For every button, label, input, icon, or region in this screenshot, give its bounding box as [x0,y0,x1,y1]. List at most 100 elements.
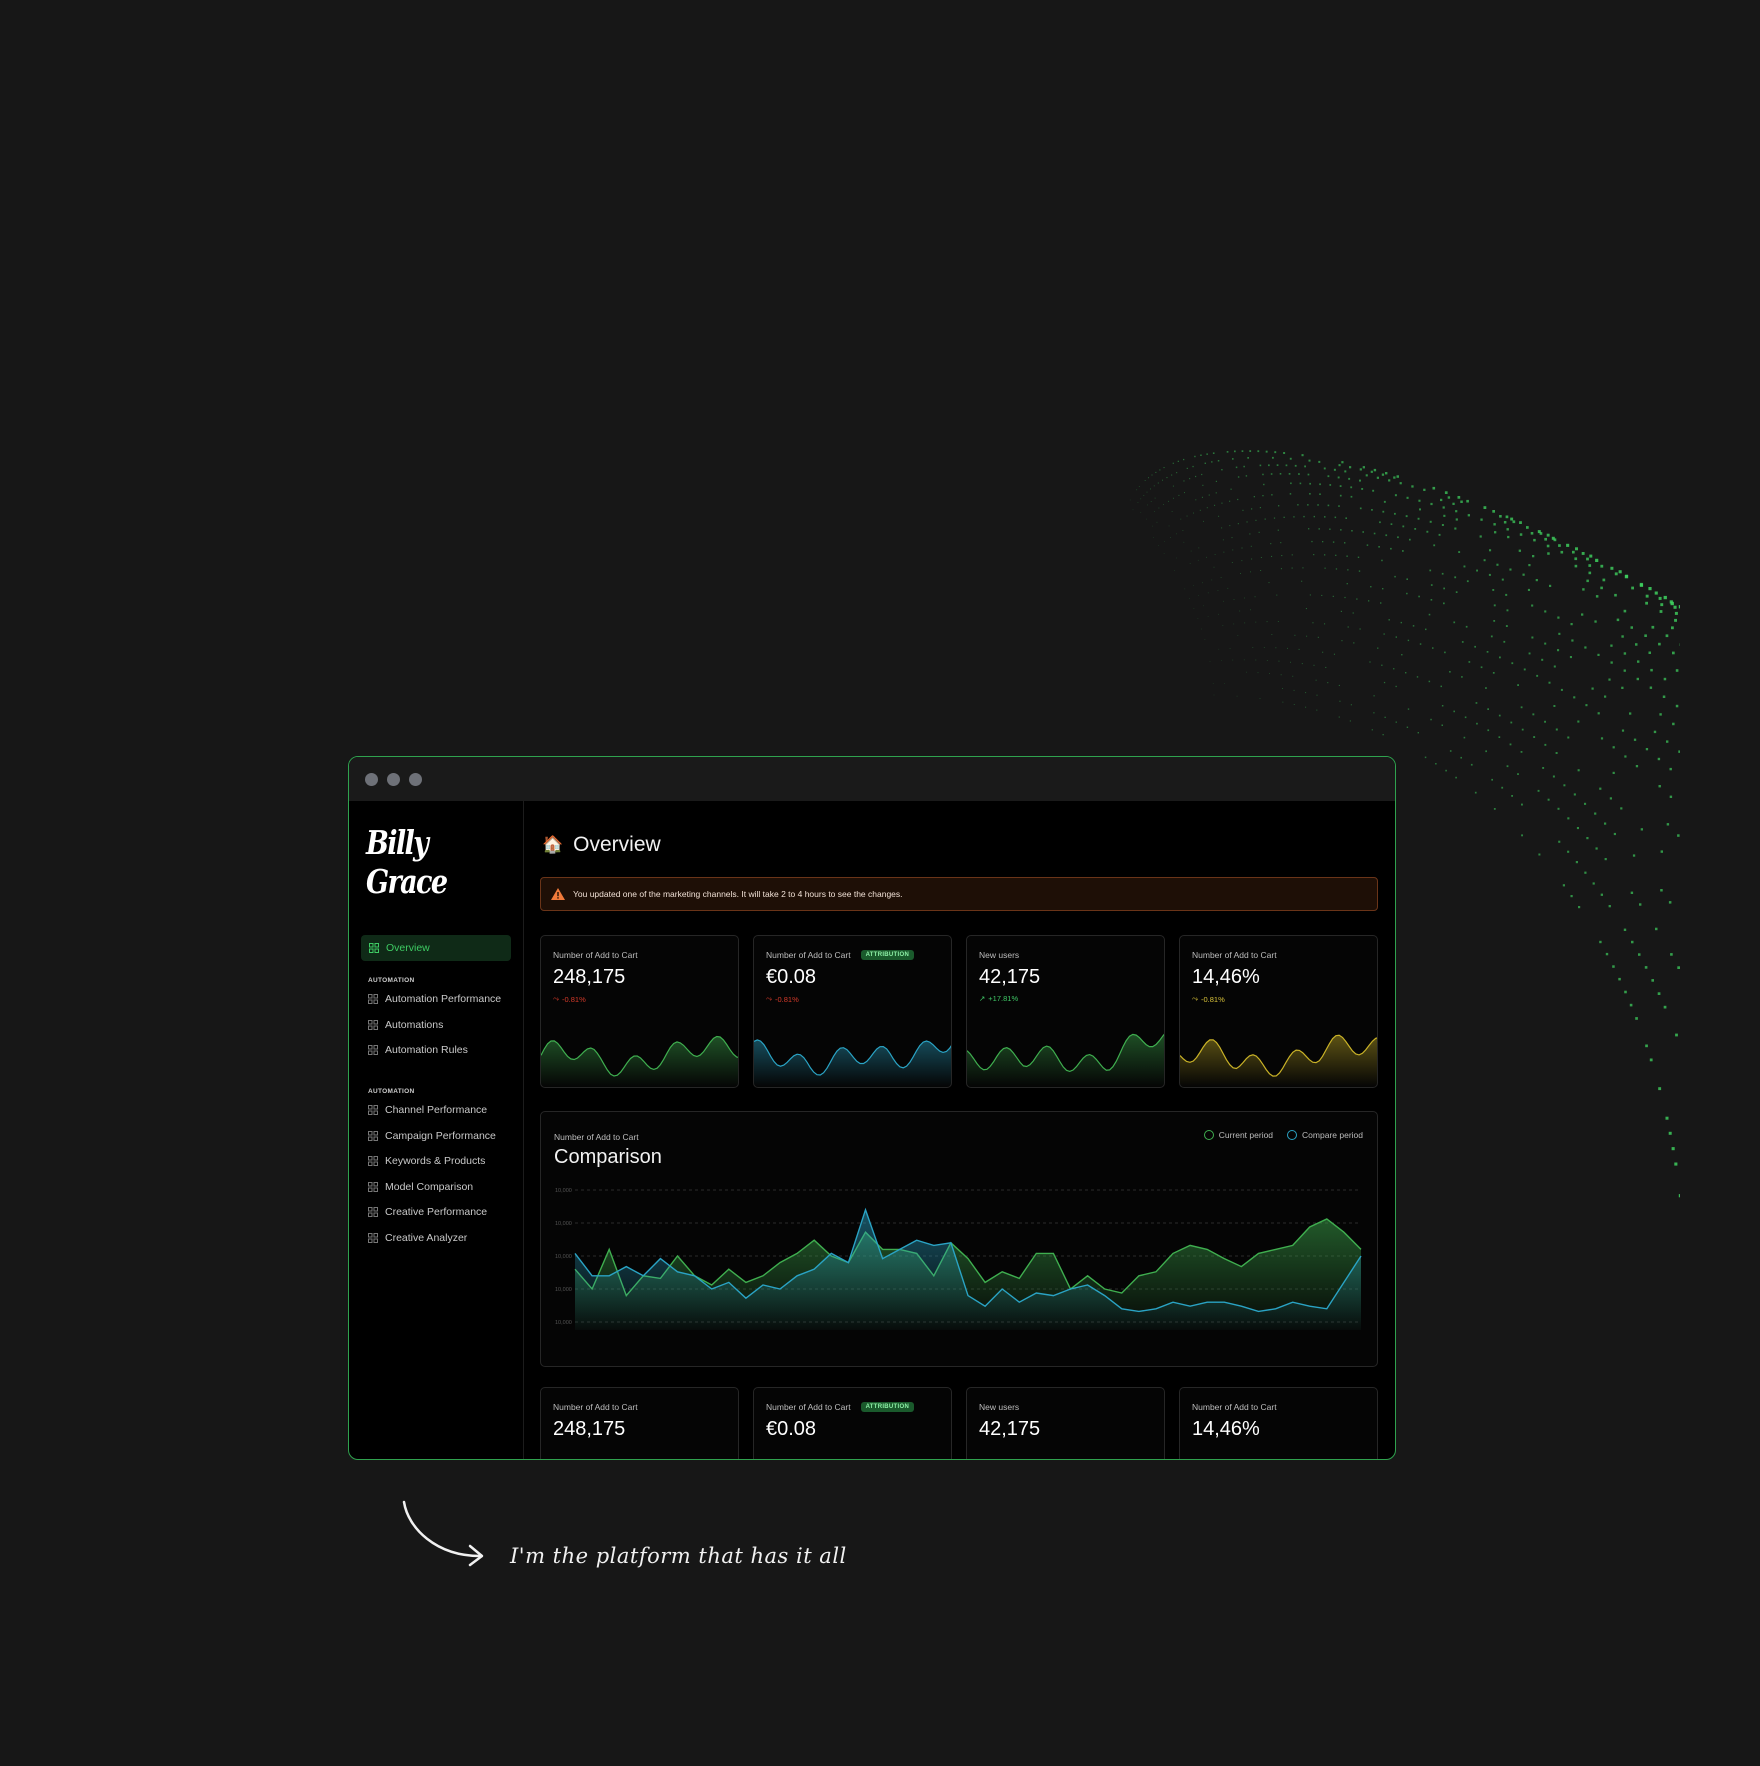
metric-label: Number of Add to Cart [766,1402,851,1412]
particle-dot [1183,480,1185,482]
particle-dot [1399,482,1402,485]
metric-card[interactable]: Number of Add to Cart 248,175 ⤳ -0.81% [540,935,739,1088]
particle-dot [1189,598,1190,599]
particle-dot [1245,475,1248,477]
metric-label-row: Number of Add to Cart [1192,1402,1277,1412]
metric-card[interactable]: Number of Add to Cart 14,46% ⤳ -0.81% [1179,935,1378,1088]
particle-dot [1359,468,1362,471]
particle-dot [1193,585,1194,586]
legend-item-compare[interactable]: Compare period [1287,1130,1363,1140]
legend-marker [1203,1130,1214,1140]
particle-dot [1249,450,1252,452]
particle-dot [1533,736,1536,738]
particle-dot [1460,756,1462,759]
particle-dot [1519,533,1523,536]
particle-dot [1586,557,1589,561]
particle-dot [1362,466,1365,469]
particle-dot [1259,698,1261,699]
metric-card[interactable]: New users 42,175 [966,1387,1165,1459]
particle-dot [1271,634,1273,635]
sidebar-item-creative-performance[interactable]: Creative Performance [368,1206,487,1218]
metric-label-row: New users [979,1402,1019,1412]
particle-dot [1480,666,1483,669]
particle-dot [1230,488,1232,490]
particle-dot [1313,664,1315,666]
particle-dot [1453,621,1456,624]
window-close-button[interactable] [365,772,378,786]
alert-banner: You updated one of the marketing channel… [540,877,1378,911]
particle-dot [1595,558,1599,562]
particle-dot [1419,508,1421,511]
sidebar-item-channel-performance[interactable]: Channel Performance [368,1104,487,1116]
particle-dot [1162,479,1163,481]
particle-dot [1612,965,1615,968]
particle-dot [1156,521,1158,523]
particle-dot [1535,579,1538,582]
particle-dot [1289,457,1292,460]
particle-dot [1490,635,1493,638]
sidebar-item-creative-analyzer[interactable]: Creative Analyzer [368,1232,467,1244]
particle-dot [1671,1147,1675,1151]
particle-dot [1353,642,1355,644]
particle-dot [1442,506,1445,509]
window-minimize-button[interactable] [387,772,400,786]
sidebar-item-automations[interactable]: Automations [368,1019,443,1031]
particle-dot [1584,871,1587,874]
brand-logo[interactable]: Billy Grace [366,823,495,901]
particle-dot [1567,736,1570,739]
sidebar-item-automation-performance[interactable]: Automation Performance [368,993,501,1005]
particle-dot [1359,507,1362,510]
comparison-area-chart[interactable]: 10,000 10,000 10,000 10,000 10,000 [541,1184,1377,1344]
sparkline-chart [967,1033,1164,1087]
particle-dot [1229,500,1231,502]
particle-dot [1197,618,1199,619]
metric-card[interactable]: Number of Add to Cart 14,46% [1179,1387,1378,1459]
particle-dot [1608,678,1611,681]
legend-item-current[interactable]: Current period [1203,1130,1274,1140]
particle-dot [1176,472,1178,474]
particle-dot [1221,469,1223,471]
particle-dot [1206,556,1207,558]
metric-card[interactable]: Number of Add to Cart ATTRIBUTION €0.08 [753,1387,952,1459]
metric-card[interactable]: New users 42,175 ↗ +17.81% [966,935,1165,1088]
sidebar-item-automation-rules[interactable]: Automation Rules [368,1044,468,1056]
particle-dot [1255,519,1257,521]
particle-dot [1405,515,1408,518]
particle-dot [1309,482,1311,485]
particle-dot [1212,683,1214,684]
sidebar-item-keywords-products[interactable]: Keywords & Products [368,1155,485,1167]
grid-icon [368,1131,378,1141]
particle-dot [1618,570,1622,574]
particle-dot [1428,680,1431,683]
sidebar-item-model-comparison[interactable]: Model Comparison [368,1181,473,1193]
metric-delta-text: -0.81% [775,994,799,1004]
particle-dot [1344,596,1346,599]
particle-dot [1372,489,1375,492]
particle-dot [1339,700,1341,702]
particle-dot [1338,684,1340,686]
particle-dot [1260,557,1262,558]
sidebar-item-overview[interactable]: Overview [361,935,511,961]
particle-dot [1488,573,1491,576]
sidebar-item-campaign-performance[interactable]: Campaign Performance [368,1130,496,1142]
particle-dot [1186,467,1188,469]
particle-dot [1276,594,1278,596]
particle-dot [1140,512,1142,513]
window-maximize-button[interactable] [409,772,422,786]
particle-dot [1235,466,1238,469]
particle-dot [1266,621,1268,623]
particle-dot [1509,568,1512,571]
particle-dot [1324,623,1326,625]
particle-dot [1241,560,1243,562]
particle-dot [1218,515,1220,517]
metric-card[interactable]: Number of Add to Cart ATTRIBUTION €0.08 ⤳… [753,935,952,1088]
trend-down-icon: ⤳ [766,994,772,1003]
particle-dot [1510,721,1513,724]
particle-dot [1324,554,1326,556]
metric-card[interactable]: Number of Add to Cart 248,175 [540,1387,739,1459]
particle-dot [1532,713,1535,716]
particle-dot [1143,495,1145,496]
legend-label: Current period [1218,1130,1274,1140]
particle-dot [1243,659,1245,661]
particle-dot [1350,704,1352,706]
